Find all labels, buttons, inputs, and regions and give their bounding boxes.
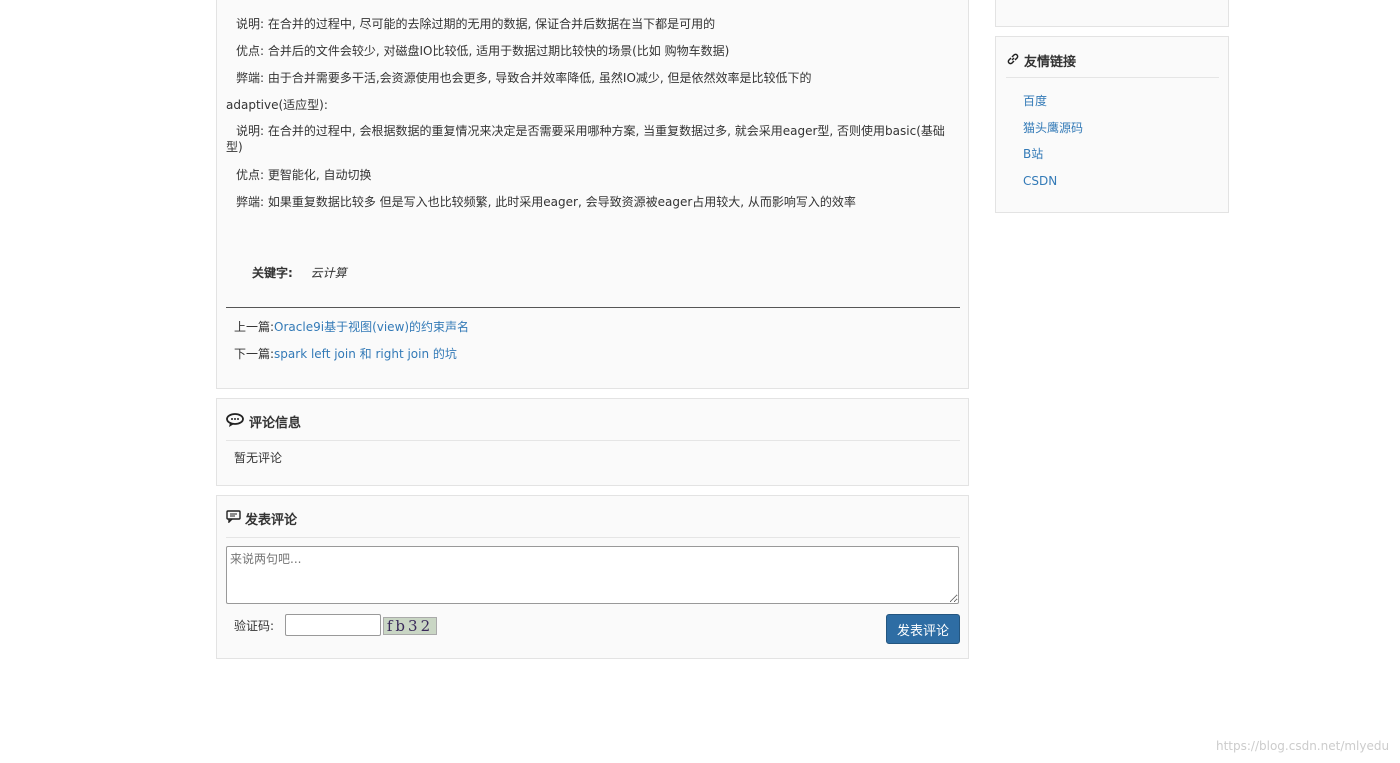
links-header: 友情链接 bbox=[1006, 51, 1076, 70]
comments-panel: 评论信息 暂无评论 bbox=[216, 398, 969, 486]
post-comment-panel: 发表评论 验证码: fb32 发表评论 bbox=[216, 495, 969, 659]
prev-label: 上一篇: bbox=[234, 320, 275, 334]
keyword-link[interactable]: 云计算 bbox=[311, 266, 347, 280]
friend-link-baidu[interactable]: 百度 bbox=[1023, 93, 1047, 109]
link-icon bbox=[1006, 52, 1020, 70]
comments-divider bbox=[226, 440, 960, 441]
article-line: adaptive(适应型): bbox=[226, 98, 328, 112]
next-label: 下一篇: bbox=[234, 347, 275, 361]
prev-article: 上一篇:Oracle9i基于视图(view)的约束声名 bbox=[234, 319, 469, 335]
friend-link-source[interactable]: 猫头鹰源码 bbox=[1023, 120, 1083, 136]
links-title: 友情链接 bbox=[1024, 55, 1077, 70]
post-header: 发表评论 bbox=[226, 509, 297, 528]
submit-comment-button[interactable]: 发表评论 bbox=[886, 614, 960, 644]
divider bbox=[226, 307, 960, 308]
article-line: 说明: 在合并的过程中, 尽可能的去除过期的无用的数据, 保证合并后数据在当下都… bbox=[236, 17, 716, 31]
captcha-label: 验证码: bbox=[234, 619, 275, 633]
article-line: 弊端: 如果重复数据比较多 但是写入也比较频繁, 此时采用eager, 会导致资… bbox=[236, 195, 856, 209]
comment-textarea[interactable] bbox=[226, 546, 959, 604]
keyword-label: 关键字: 云计算 bbox=[252, 265, 347, 281]
prev-article-link[interactable]: Oracle9i基于视图(view)的约束声名 bbox=[274, 320, 469, 334]
comments-icon bbox=[226, 412, 245, 431]
sidebar-top-panel bbox=[995, 0, 1229, 27]
captcha-input[interactable] bbox=[285, 614, 381, 636]
comments-title: 评论信息 bbox=[249, 416, 302, 431]
article-line: 说明: 在合并的过程中, 会根据数据的重复情况来决定是否需要采用哪种方案, 当重… bbox=[226, 124, 945, 154]
keyword-label-text: 关键字: bbox=[252, 266, 293, 280]
comments-empty: 暂无评论 bbox=[234, 451, 283, 465]
post-divider bbox=[226, 537, 960, 538]
post-title: 发表评论 bbox=[245, 513, 298, 528]
friend-links-panel: 友情链接 百度 猫头鹰源码 B站 CSDN bbox=[995, 36, 1229, 213]
friend-link-csdn[interactable]: CSDN bbox=[1023, 173, 1057, 189]
article-line: 弊端: 由于合并需要多干活,会资源使用也会更多, 导致合并效率降低, 虽然IO减… bbox=[236, 71, 812, 85]
article-line: 优点: 更智能化, 自动切换 bbox=[236, 168, 372, 182]
watermark: https://blog.csdn.net/mlyedu bbox=[1216, 739, 1390, 753]
links-divider bbox=[1006, 77, 1219, 78]
comments-header: 评论信息 bbox=[226, 412, 301, 431]
captcha-image[interactable]: fb32 bbox=[383, 617, 437, 635]
friend-link-bilibili[interactable]: B站 bbox=[1023, 146, 1043, 162]
next-article: 下一篇:spark left join 和 right join 的坑 bbox=[234, 346, 457, 362]
article-panel: 说明: 在合并的过程中, 尽可能的去除过期的无用的数据, 保证合并后数据在当下都… bbox=[216, 0, 969, 389]
comment-icon bbox=[226, 510, 241, 527]
article-line: 优点: 合并后的文件会较少, 对磁盘IO比较低, 适用于数据过期比较快的场景(比… bbox=[236, 44, 730, 58]
next-article-link[interactable]: spark left join 和 right join 的坑 bbox=[274, 347, 457, 361]
